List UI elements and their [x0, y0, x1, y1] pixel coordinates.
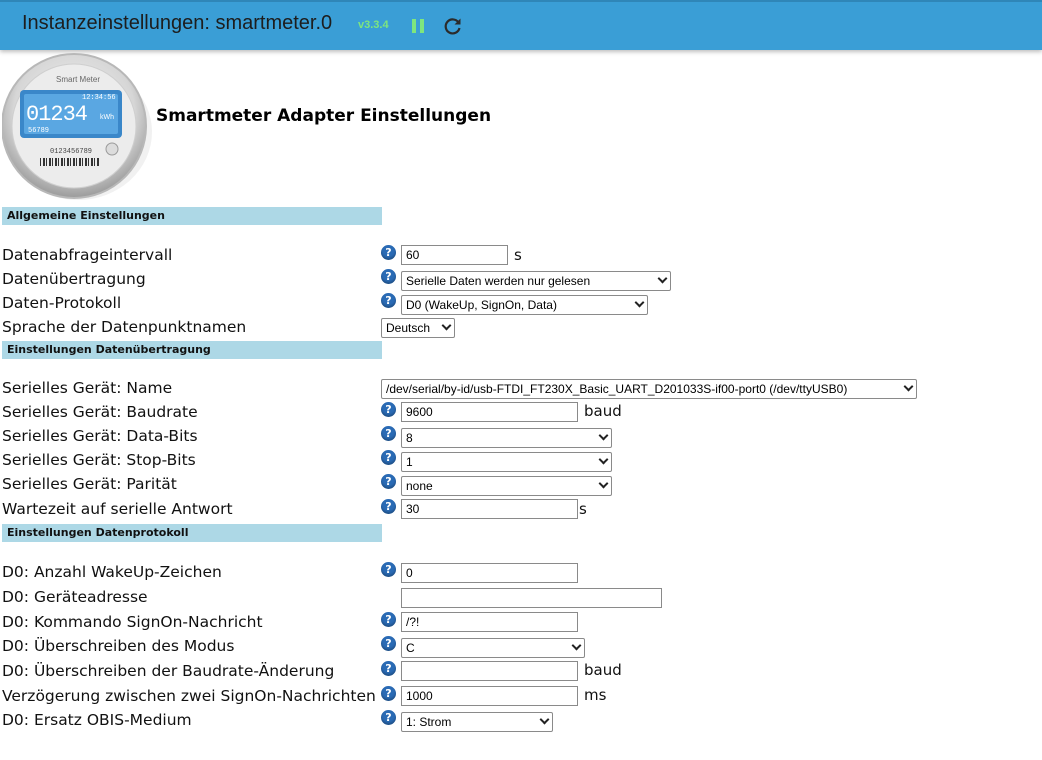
logo-unit: kWh [100, 114, 114, 121]
mode-override-select-value: C [406, 641, 415, 655]
smartmeter-logo: Smart Meter 12:34:56 01234 kWh 56789 012… [1, 52, 154, 200]
wait-input[interactable]: 30 [401, 499, 578, 519]
label-interval: Datenabfrageintervall [2, 246, 173, 264]
help-icon[interactable]: ? [381, 474, 396, 489]
help-icon[interactable]: ? [381, 426, 396, 441]
obis-medium-select[interactable]: 1: Strom [401, 712, 553, 732]
help-icon[interactable]: ? [381, 562, 396, 577]
signon-delay-unit: ms [584, 686, 607, 704]
wakeup-count-input[interactable]: 0 [401, 563, 578, 583]
logo-barcode [40, 158, 100, 166]
label-signon-delay: Verzögerung zwischen zwei SignOn-Nachric… [2, 687, 376, 705]
stopbits-select[interactable]: 1 [401, 452, 612, 472]
version-badge: v3.3.4 [358, 19, 389, 31]
help-icon[interactable]: ? [381, 245, 396, 260]
logo-reading: 01234 [26, 102, 88, 127]
device-address-input[interactable] [401, 588, 662, 608]
logo-brand: Smart Meter [56, 75, 101, 84]
window-title: Instanzeinstellungen: smartmeter.0 [22, 12, 333, 34]
logo-sub: 56789 [28, 127, 50, 135]
label-databits: Serielles Gerät: Data-Bits [2, 427, 198, 445]
help-icon[interactable]: ? [381, 293, 396, 308]
baudrate-input[interactable]: 9600 [401, 402, 578, 422]
obis-medium-select-value: 1: Strom [406, 715, 452, 729]
label-parity: Serielles Gerät: Parität [2, 475, 177, 493]
stopbits-select-value: 1 [406, 455, 413, 469]
section-general: Allgemeine Einstellungen [2, 207, 382, 225]
chevron-down-icon [441, 320, 452, 331]
chevron-down-icon [539, 714, 550, 725]
language-select[interactable]: Deutsch [381, 318, 455, 338]
label-language: Sprache der Datenpunktnamen [2, 318, 247, 336]
logo-serial: 0123456789 [50, 148, 93, 156]
interval-input[interactable]: 60 [401, 245, 508, 265]
pause-icon[interactable] [410, 18, 426, 38]
reload-icon[interactable] [443, 16, 463, 40]
label-obis-medium: D0: Ersatz OBIS-Medium [2, 711, 192, 729]
databits-select[interactable]: 8 [401, 428, 612, 448]
label-protocol: Daten-Protokoll [2, 294, 122, 312]
transfer-select-value: Serielle Daten werden nur gelesen [406, 274, 591, 288]
baudrate-unit: baud [584, 402, 622, 420]
chevron-down-icon [657, 273, 668, 284]
parity-select[interactable]: none [401, 476, 612, 496]
help-icon[interactable]: ? [381, 710, 396, 725]
label-baudrate: Serielles Gerät: Baudrate [2, 403, 198, 421]
app-header: Instanzeinstellungen: smartmeter.0 v3.3.… [0, 0, 1042, 50]
label-serial-name: Serielles Gerät: Name [2, 379, 173, 397]
baud-override-unit: baud [584, 661, 622, 679]
mode-override-select[interactable]: C [401, 638, 585, 658]
language-select-value: Deutsch [386, 321, 431, 335]
wait-unit: s [579, 500, 587, 518]
help-icon[interactable]: ? [381, 269, 396, 284]
help-icon[interactable]: ? [381, 686, 396, 701]
serial-device-select[interactable]: /dev/serial/by-id/usb-FTDI_FT230X_Basic_… [381, 379, 917, 399]
label-wakeup-count: D0: Anzahl WakeUp-Zeichen [2, 563, 222, 581]
serial-device-select-value: /dev/serial/by-id/usb-FTDI_FT230X_Basic_… [386, 382, 848, 396]
chevron-down-icon [598, 454, 609, 465]
baud-override-input[interactable] [401, 661, 578, 681]
transfer-select[interactable]: Serielle Daten werden nur gelesen [401, 271, 671, 291]
label-transfer: Datenübertragung [2, 270, 146, 288]
label-baud-override: D0: Überschreiben der Baudrate-Änderung [2, 662, 335, 680]
protocol-select[interactable]: D0 (WakeUp, SignOn, Data) [401, 295, 648, 315]
logo-time: 12:34:56 [82, 94, 116, 102]
label-mode-override: D0: Überschreiben des Modus [2, 637, 235, 655]
protocol-select-value: D0 (WakeUp, SignOn, Data) [406, 298, 557, 312]
section-protocol: Einstellungen Datenprotokoll [2, 524, 382, 542]
signon-cmd-input[interactable]: /?! [401, 612, 578, 632]
help-icon[interactable]: ? [381, 612, 396, 627]
section-transfer: Einstellungen Datenübertragung [2, 341, 382, 359]
help-icon[interactable]: ? [381, 499, 396, 514]
label-signon-cmd: D0: Kommando SignOn-Nachricht [2, 613, 263, 631]
help-icon[interactable]: ? [381, 402, 396, 417]
chevron-down-icon [598, 478, 609, 489]
chevron-down-icon [598, 430, 609, 441]
label-device-address: D0: Geräteadresse [2, 588, 148, 606]
databits-select-value: 8 [406, 431, 413, 445]
signon-delay-input[interactable]: 1000 [401, 686, 578, 706]
parity-select-value: none [406, 479, 433, 493]
help-icon[interactable]: ? [381, 661, 396, 676]
label-wait: Wartezeit auf serielle Antwort [2, 500, 233, 518]
interval-unit: s [514, 246, 522, 264]
help-icon[interactable]: ? [381, 450, 396, 465]
help-icon[interactable]: ? [381, 636, 396, 651]
chevron-down-icon [634, 297, 645, 308]
page-title: Smartmeter Adapter Einstellungen [156, 106, 492, 126]
chevron-down-icon [903, 381, 914, 392]
label-stopbits: Serielles Gerät: Stop-Bits [2, 451, 196, 469]
chevron-down-icon [571, 640, 582, 651]
